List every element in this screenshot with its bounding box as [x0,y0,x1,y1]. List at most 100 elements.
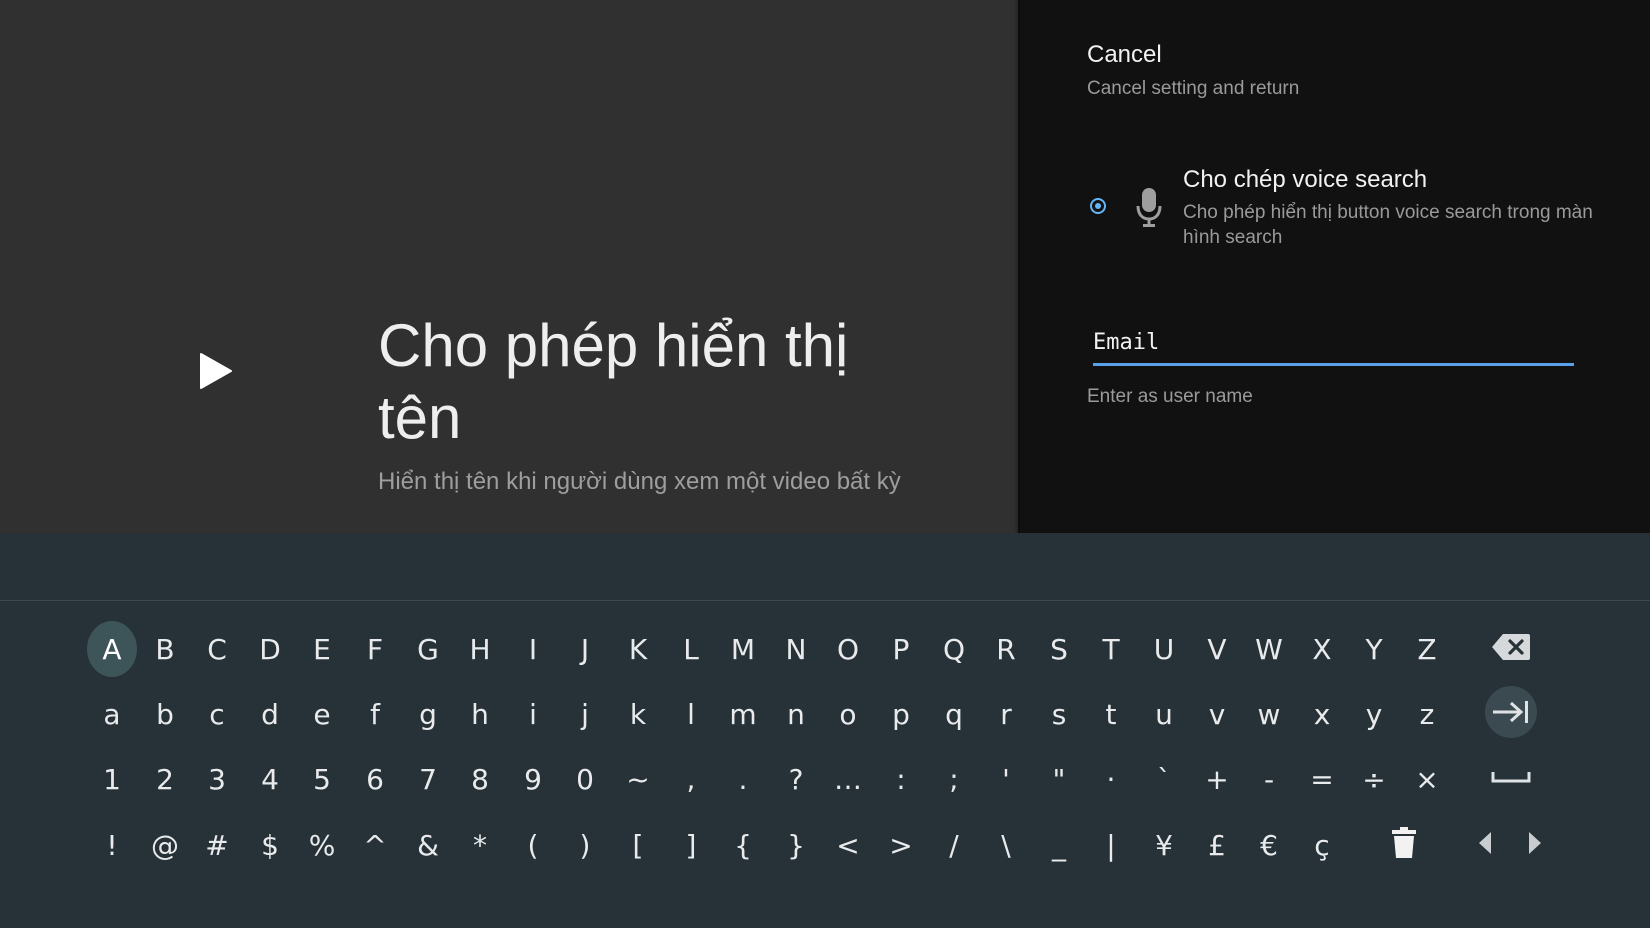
cursor-right-key[interactable] [1509,817,1561,869]
keyboard-key[interactable]: T [1086,621,1136,677]
keyboard-key[interactable]: s [1034,686,1084,742]
keyboard-key[interactable]: & [403,817,453,873]
keyboard-key[interactable]: } [771,817,821,873]
keyboard-key[interactable]: i [508,686,558,742]
keyboard-key[interactable]: | [1086,817,1136,873]
keyboard-key[interactable]: A [87,621,137,677]
keyboard-key[interactable]: V [1192,621,1242,677]
keyboard-key[interactable]: N [771,621,821,677]
keyboard-key[interactable]: m [718,686,768,742]
keyboard-key[interactable]: I [508,621,558,677]
keyboard-key[interactable]: e [297,686,347,742]
keyboard-key[interactable]: Q [929,621,979,677]
keyboard-key[interactable]: = [1297,751,1347,807]
keyboard-key[interactable]: d [245,686,295,742]
keyboard-key[interactable]: 8 [455,751,505,807]
keyboard-key[interactable]: > [876,817,926,873]
cursor-left-key[interactable] [1459,817,1511,869]
keyboard-key[interactable]: x [1297,686,1347,742]
keyboard-key[interactable]: S [1034,621,1084,677]
keyboard-key[interactable]: a [87,686,137,742]
keyboard-key[interactable]: 7 [403,751,453,807]
keyboard-key[interactable]: { [718,817,768,873]
keyboard-key[interactable]: X [1297,621,1347,677]
keyboard-key[interactable]: ( [508,817,558,873]
keyboard-key[interactable]: t [1086,686,1136,742]
keyboard-key[interactable]: Z [1402,621,1452,677]
keyboard-key[interactable]: H [455,621,505,677]
keyboard-key[interactable]: 5 [297,751,347,807]
keyboard-key[interactable]: B [140,621,190,677]
keyboard-key[interactable]: y [1349,686,1399,742]
keyboard-key[interactable]: z [1402,686,1452,742]
keyboard-key[interactable]: $ [245,817,295,873]
keyboard-key[interactable]: R [981,621,1031,677]
keyboard-key[interactable]: / [929,817,979,873]
cancel-action[interactable]: Cancel Cancel setting and return [1087,40,1299,102]
keyboard-key[interactable]: q [929,686,979,742]
keyboard-key[interactable]: r [981,686,1031,742]
keyboard-key[interactable]: ^ [350,817,400,873]
keyboard-key[interactable]: ` [1139,751,1189,807]
keyboard-key[interactable]: ) [560,817,610,873]
keyboard-key[interactable]: 9 [508,751,558,807]
backspace-key[interactable] [1485,621,1537,673]
keyboard-key[interactable]: g [403,686,453,742]
keyboard-key[interactable]: F [350,621,400,677]
keyboard-key[interactable]: < [823,817,873,873]
keyboard-key[interactable]: c [192,686,242,742]
keyboard-key[interactable]: . [718,751,768,807]
keyboard-key[interactable]: " [1034,751,1084,807]
keyboard-key[interactable]: v [1192,686,1242,742]
keyboard-key[interactable]: 1 [87,751,137,807]
keyboard-key[interactable]: n [771,686,821,742]
voice-search-radio[interactable] [1090,198,1106,214]
keyboard-key[interactable]: ? [771,751,821,807]
keyboard-key[interactable]: Y [1349,621,1399,677]
keyboard-key[interactable]: × [1402,751,1452,807]
keyboard-key[interactable]: u [1139,686,1189,742]
keyboard-key[interactable]: 4 [245,751,295,807]
keyboard-key[interactable]: P [876,621,926,677]
keyboard-key[interactable]: p [876,686,926,742]
keyboard-key[interactable]: l [666,686,716,742]
keyboard-key[interactable]: E [297,621,347,677]
keyboard-key[interactable]: J [560,621,610,677]
tab-key[interactable] [1485,686,1537,738]
keyboard-key[interactable]: : [876,751,926,807]
space-key[interactable] [1485,751,1537,803]
keyboard-key[interactable]: ~ [613,751,663,807]
keyboard-key[interactable]: ! [87,817,137,873]
keyboard-key[interactable]: # [192,817,242,873]
keyboard-key[interactable]: … [823,751,873,807]
keyboard-key[interactable]: 0 [560,751,610,807]
keyboard-key[interactable]: £ [1192,817,1242,873]
keyboard-key[interactable]: L [666,621,716,677]
keyboard-key[interactable]: % [297,817,347,873]
keyboard-key[interactable]: o [823,686,873,742]
keyboard-key[interactable]: * [455,817,505,873]
keyboard-key[interactable]: K [613,621,663,677]
keyboard-key[interactable]: 6 [350,751,400,807]
email-input[interactable] [1093,326,1574,366]
keyboard-key[interactable]: ] [666,817,716,873]
keyboard-key[interactable]: h [455,686,505,742]
keyboard-key[interactable]: ; [929,751,979,807]
keyboard-key[interactable]: + [1192,751,1242,807]
keyboard-key[interactable]: C [192,621,242,677]
keyboard-key[interactable]: _ [1034,817,1084,873]
keyboard-key[interactable]: k [613,686,663,742]
keyboard-key[interactable]: j [560,686,610,742]
keyboard-key[interactable]: U [1139,621,1189,677]
keyboard-key[interactable]: ' [981,751,1031,807]
keyboard-key[interactable]: M [718,621,768,677]
keyboard-key[interactable]: 3 [192,751,242,807]
keyboard-key[interactable]: , [666,751,716,807]
keyboard-key[interactable]: f [350,686,400,742]
keyboard-key[interactable]: G [403,621,453,677]
keyboard-key[interactable]: € [1244,817,1294,873]
keyboard-key[interactable]: [ [613,817,663,873]
keyboard-key[interactable]: ç [1297,817,1347,873]
delete-key[interactable] [1378,817,1430,869]
keyboard-key[interactable]: ÷ [1349,751,1399,807]
